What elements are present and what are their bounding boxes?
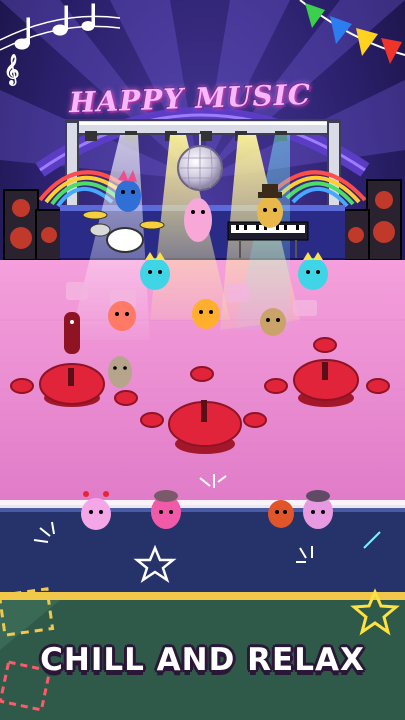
dancer-tan: [260, 308, 286, 336]
table-left: [39, 363, 105, 407]
audience-character-2: [151, 490, 181, 529]
audience-character-3: [268, 500, 294, 528]
pianist-character: [184, 198, 212, 242]
audience-character-4: [303, 490, 333, 529]
dancer-yellow: [192, 299, 220, 329]
table-center: [168, 400, 242, 454]
patron-character: [108, 356, 132, 388]
table-right: [293, 359, 359, 407]
svg-text:𝄞: 𝄞: [4, 54, 19, 86]
banner-caption: CHILL AND RELAX: [40, 642, 365, 678]
waiter-character: [64, 312, 80, 354]
dancer-orange: [108, 301, 136, 331]
game-scene: 𝄞 HAPPY MUSIC CHILL AND RELAX: [0, 0, 405, 720]
